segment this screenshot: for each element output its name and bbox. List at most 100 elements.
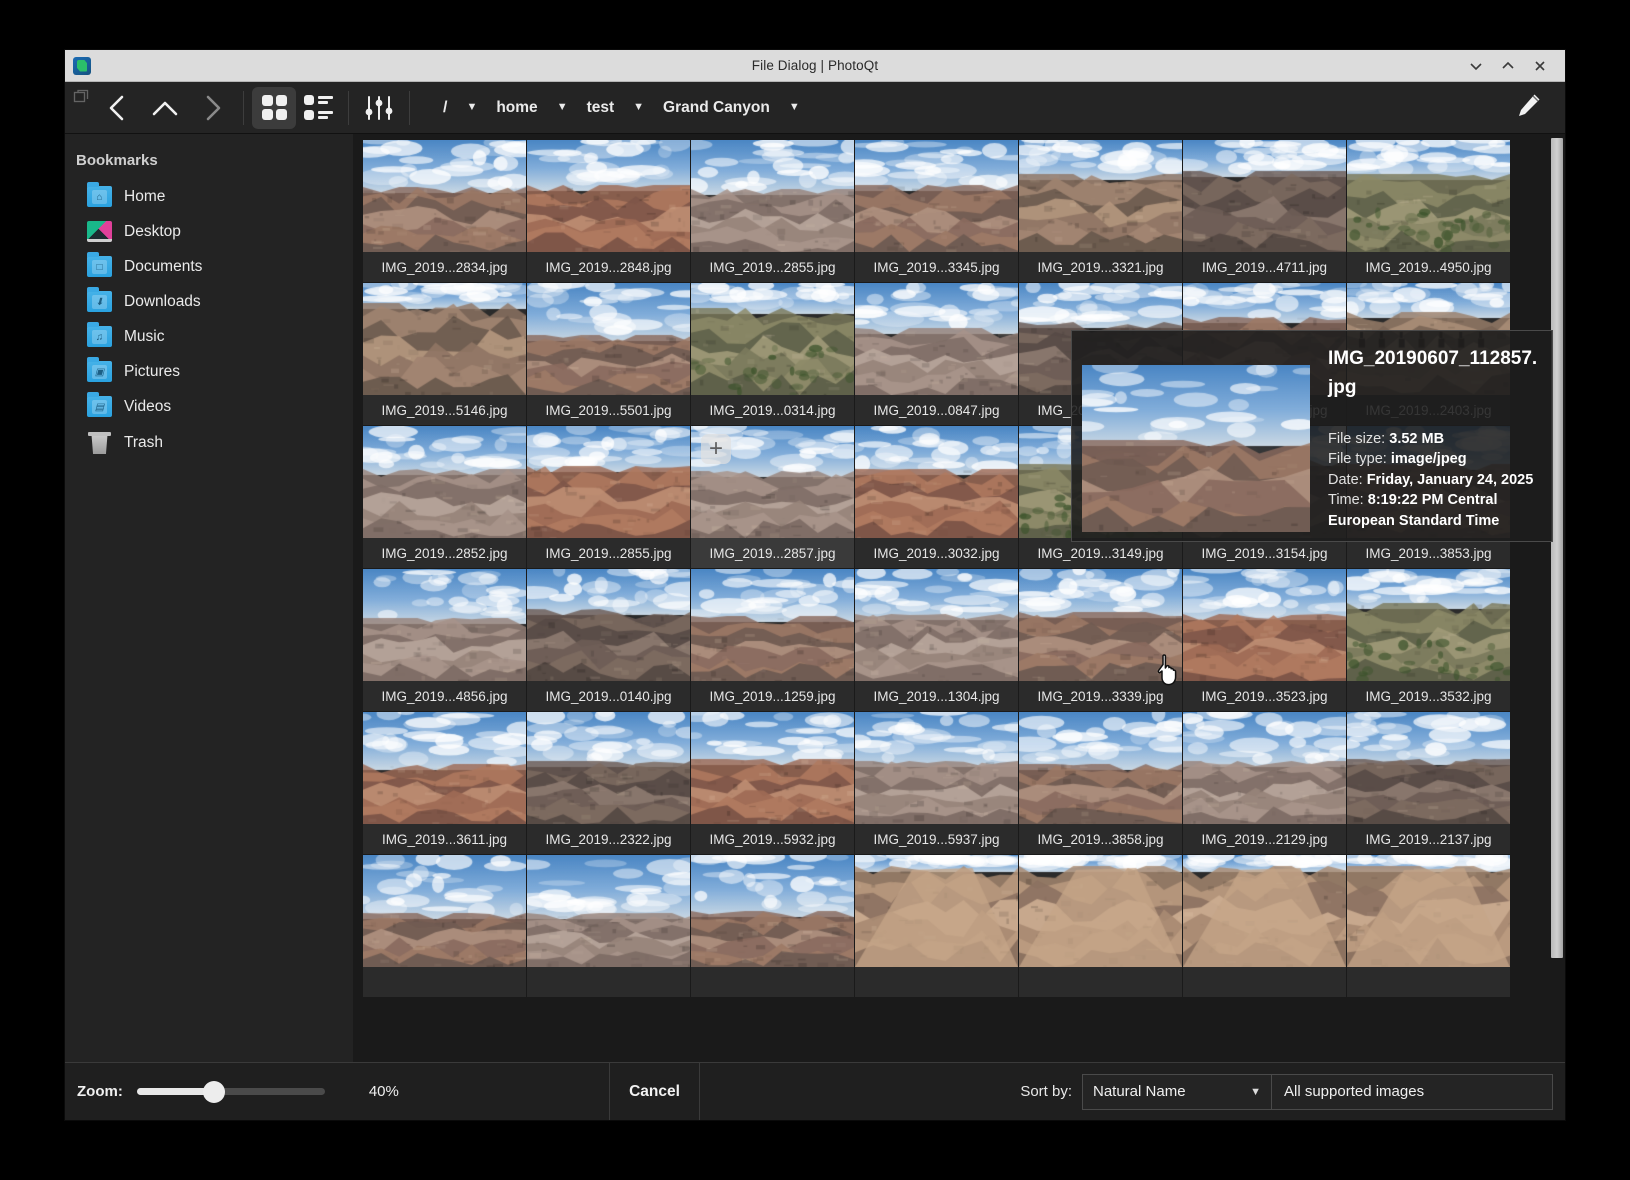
thumbnail-cell[interactable]: IMG_2019...2129.jpg <box>1183 712 1346 854</box>
thumbnail-cell[interactable] <box>1019 855 1182 997</box>
sidebar-item-trash[interactable]: Trash <box>65 424 353 461</box>
thumbnail-cell[interactable] <box>1183 855 1346 997</box>
thumbnail-image <box>527 712 690 824</box>
sidebar-item-downloads[interactable]: ⬇Downloads <box>65 284 353 319</box>
thumbnail-cell[interactable]: IMG_2019...2137.jpg <box>1347 712 1510 854</box>
thumbnail-filename: IMG_2019...3154.jpg <box>1183 538 1346 568</box>
breadcrumb-item-test[interactable]: test <box>578 93 624 123</box>
thumbnail-image <box>1019 569 1182 681</box>
thumbnail-filename: IMG_2019...2848.jpg <box>527 252 690 282</box>
thumbnail-image <box>855 140 1018 252</box>
chevron-down-icon[interactable]: ▼ <box>547 96 578 119</box>
chevron-down-icon[interactable]: ▼ <box>456 96 487 119</box>
thumbnail-cell[interactable]: IMG_2019...2322.jpg <box>527 712 690 854</box>
thumbnail-cell[interactable]: IMG_2019...1259.jpg <box>691 569 854 711</box>
thumbnail-cell[interactable] <box>1347 855 1510 997</box>
thumbnail-filename: IMG_2019...3321.jpg <box>1019 252 1182 282</box>
sort-by-select[interactable]: Natural Name ▼ <box>1082 1074 1272 1110</box>
thumbnail-image <box>1347 569 1510 681</box>
thumbnail-cell[interactable] <box>527 855 690 997</box>
bookmarks-sidebar: Bookmarks ⌂HomeDesktop□Documents⬇Downloa… <box>65 134 353 1062</box>
thumbnail-cell[interactable]: IMG_2019...2834.jpg <box>363 140 526 282</box>
thumbnail-filename: IMG_2019...2137.jpg <box>1347 824 1510 854</box>
thumbnail-cell[interactable] <box>855 855 1018 997</box>
bookmarks-list: ⌂HomeDesktop□Documents⬇Downloads♫Music▣P… <box>65 179 353 461</box>
thumbnail-cell[interactable]: IMG_2019...1304.jpg <box>855 569 1018 711</box>
thumbnail-image <box>527 569 690 681</box>
thumbnail-cell[interactable]: IMG_2019...4856.jpg <box>363 569 526 711</box>
thumbnail-image <box>1019 855 1182 967</box>
tooltip-row: Time: 8:19:22 PM Central European Standa… <box>1328 490 1542 531</box>
thumbnail-cell[interactable]: IMG_2019...3523.jpg <box>1183 569 1346 711</box>
sidebar-item-desktop[interactable]: Desktop <box>65 214 353 249</box>
thumbnail-cell[interactable]: IMG_2019...5932.jpg <box>691 712 854 854</box>
scrollbar-thumb[interactable] <box>1551 138 1563 958</box>
list-view-icon[interactable] <box>296 87 340 129</box>
thumbnail-cell[interactable]: IMG_2019...3532.jpg <box>1347 569 1510 711</box>
thumbnail-image <box>691 855 854 967</box>
toolbar-divider-3 <box>409 91 410 125</box>
pencil-icon[interactable] <box>1515 91 1543 124</box>
chevron-down-icon[interactable]: ▼ <box>779 96 810 119</box>
back-icon[interactable] <box>95 86 139 130</box>
thumbnail-cell[interactable]: IMG_2019...4950.jpg <box>1347 140 1510 282</box>
thumbnail-cell[interactable]: +IMG_2019...2857.jpg <box>691 426 854 568</box>
up-icon[interactable] <box>143 86 187 130</box>
thumbnail-cell[interactable]: IMG_2019...3321.jpg <box>1019 140 1182 282</box>
tooltip-row-label: File size: <box>1328 431 1389 447</box>
thumbnail-cell[interactable]: IMG_2019...2855.jpg <box>691 140 854 282</box>
add-to-selection-button[interactable]: + <box>701 434 731 464</box>
tooltip-row-label: File type: <box>1328 451 1391 467</box>
toolbar-divider-1 <box>243 91 244 125</box>
thumbnail-cell[interactable]: IMG_2019...5937.jpg <box>855 712 1018 854</box>
sidebar-item-label: Trash <box>124 434 163 452</box>
zoom-slider[interactable] <box>137 1083 325 1101</box>
tooltip-row: Date: Friday, January 24, 2025 <box>1328 470 1542 491</box>
thumbnail-image <box>1183 140 1346 252</box>
chevron-down-icon[interactable]: ▼ <box>623 96 654 119</box>
tooltip-info: IMG_20190607_112857.jpg File size: 3.52 … <box>1310 341 1552 541</box>
thumbnail-cell[interactable]: IMG_2019...3611.jpg <box>363 712 526 854</box>
thumbnail-cell[interactable] <box>363 855 526 997</box>
sidebar-item-music[interactable]: ♫Music <box>65 319 353 354</box>
windows-stack-icon[interactable] <box>73 88 91 111</box>
sidebar-item-videos[interactable]: ▤Videos <box>65 389 353 424</box>
forward-icon[interactable] <box>191 86 235 130</box>
thumbnail-filename: IMG_2019...0314.jpg <box>691 395 854 425</box>
thumbnail-cell[interactable]: IMG_2019...0140.jpg <box>527 569 690 711</box>
cancel-button[interactable]: Cancel <box>610 1063 700 1120</box>
thumbnail-image <box>691 283 854 395</box>
thumbnail-filename: IMG_2019...3032.jpg <box>855 538 1018 568</box>
thumbnail-cell[interactable] <box>691 855 854 997</box>
sidebar-item-documents[interactable]: □Documents <box>65 249 353 284</box>
thumbnail-filename: IMG_2019...2129.jpg <box>1183 824 1346 854</box>
thumbnail-cell[interactable]: IMG_2019...2855.jpg <box>527 426 690 568</box>
thumbnail-cell[interactable]: IMG_2019...3032.jpg <box>855 426 1018 568</box>
thumbnail-cell[interactable]: IMG_2019...3339.jpg <box>1019 569 1182 711</box>
file-filter-field[interactable]: All supported images <box>1272 1074 1553 1110</box>
thumbnail-filename: IMG_2019...3853.jpg <box>1347 538 1510 568</box>
sliders-icon[interactable] <box>357 87 401 129</box>
thumbnail-cell[interactable]: IMG_2019...5146.jpg <box>363 283 526 425</box>
thumbnail-cell[interactable]: IMG_2019...5501.jpg <box>527 283 690 425</box>
chevron-down-icon: ▼ <box>1250 1086 1261 1098</box>
thumbnail-filename: IMG_2019...4856.jpg <box>363 681 526 711</box>
breadcrumb-item-home[interactable]: home <box>487 93 546 123</box>
sidebar-item-home[interactable]: ⌂Home <box>65 179 353 214</box>
thumbnail-cell[interactable]: IMG_2019...4711.jpg <box>1183 140 1346 282</box>
thumbnail-cell[interactable]: IMG_2019...0314.jpg <box>691 283 854 425</box>
thumbnail-cell[interactable]: IMG_2019...3858.jpg <box>1019 712 1182 854</box>
breadcrumb-item-root[interactable]: / <box>434 93 456 123</box>
thumbnail-filename: IMG_2019...3611.jpg <box>363 824 526 854</box>
dialog-body: Bookmarks ⌂HomeDesktop□Documents⬇Downloa… <box>65 134 1565 1062</box>
thumbnail-cell[interactable]: IMG_2019...2852.jpg <box>363 426 526 568</box>
title-bar: File Dialog | PhotoQt <box>65 50 1565 82</box>
grid-view-icon[interactable] <box>252 87 296 129</box>
thumbnail-cell[interactable]: IMG_2019...3345.jpg <box>855 140 1018 282</box>
breadcrumb-item-grand-canyon[interactable]: Grand Canyon <box>654 93 779 123</box>
vertical-scrollbar[interactable] <box>1551 138 1563 1058</box>
thumbnail-cell[interactable]: IMG_2019...2848.jpg <box>527 140 690 282</box>
sidebar-item-pictures[interactable]: ▣Pictures <box>65 354 353 389</box>
slider-knob[interactable] <box>203 1081 225 1103</box>
thumbnail-cell[interactable]: IMG_2019...0847.jpg <box>855 283 1018 425</box>
